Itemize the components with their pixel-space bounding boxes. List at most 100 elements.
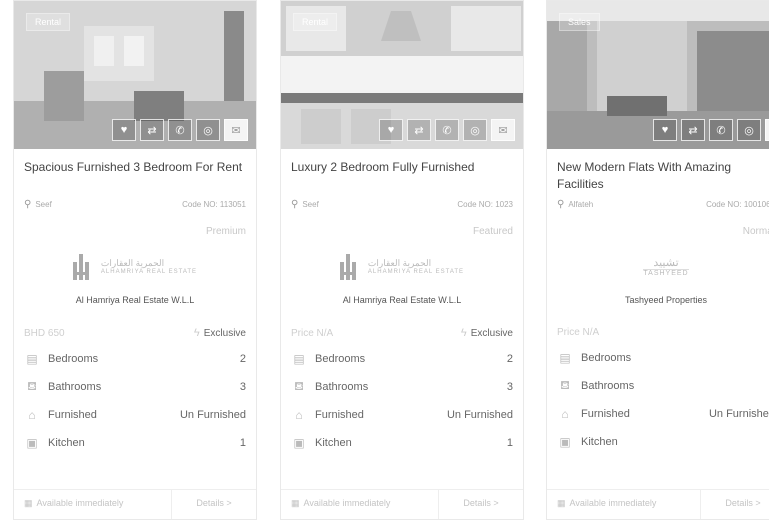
code-number: Code NO: 1001061	[706, 200, 769, 209]
card-actions: ♥ ⇄ ✆ ◎ ✉	[653, 119, 769, 141]
feature-value: Un Furnished	[708, 408, 769, 420]
feature-label: Furnished	[315, 409, 364, 421]
feature-row: ▤ Bedrooms 2	[24, 345, 246, 373]
listing-level: Normal	[742, 226, 769, 237]
email-icon[interactable]: ✉	[224, 119, 248, 141]
card-actions: ♥ ⇄ ✆ ◎ ✉	[112, 119, 248, 141]
property-photo[interactable]: Rental ♥ ⇄ ✆ ◎ ✉	[281, 1, 523, 149]
agent-logo[interactable]: الحمرية العقارات ALHAMRIYA REAL ESTATE	[291, 249, 513, 283]
favorite-heart-icon[interactable]: ♥	[112, 119, 136, 141]
feature-label: Bathrooms	[581, 380, 635, 392]
agent-logo[interactable]: تشييد TASHYEED	[557, 249, 769, 283]
feature-value: 2	[506, 353, 513, 365]
bath-icon: ⛾	[294, 379, 304, 393]
agent-logo[interactable]: الحمرية العقارات ALHAMRIYA REAL ESTATE	[24, 249, 246, 283]
agent-logo-arabic: الحمرية العقارات	[100, 257, 165, 268]
calendar-icon: ▦	[291, 498, 300, 508]
property-title[interactable]: New Modern Flats With Amazing Facilities	[557, 159, 769, 195]
feature-label: Kitchen	[581, 436, 618, 448]
feature-row: ▣ Kitchen 1	[24, 429, 246, 457]
compare-icon[interactable]: ⇄	[140, 119, 164, 141]
price: BHD 650	[24, 327, 65, 339]
phone-icon[interactable]: ✆	[709, 119, 733, 141]
features-list: ▤ Bedrooms 2 ⛾ Bathrooms 3 ⌂ Furnished Un Furn…	[291, 345, 513, 457]
calendar-icon: ▦	[557, 498, 566, 508]
feature-label: Kitchen	[48, 437, 85, 449]
phone-icon[interactable]: ✆	[168, 119, 192, 141]
price: Price N/A	[557, 327, 600, 338]
bed-icon: ▤	[293, 352, 305, 366]
favorite-heart-icon[interactable]: ♥	[379, 119, 403, 141]
agent-logo-text: ALHAMRIYA REAL ESTATE	[100, 268, 198, 275]
feature-label: Bathrooms	[315, 381, 369, 393]
property-card[interactable]: Rental ♥ ⇄ ✆ ◎ ✉ Luxury 2 Bedroom Fully …	[280, 0, 524, 520]
exclusive-icon: ϟ	[460, 327, 467, 339]
details-link[interactable]: Details >	[700, 490, 769, 519]
calendar-icon: ▦	[24, 498, 33, 508]
property-card[interactable]: Rental ♥ ⇄ ✆ ◎ ✉ Spacious Furnished 3 Be…	[13, 0, 257, 520]
feature-row: ▣ Kitchen 1	[291, 429, 513, 457]
feature-value: 2	[239, 353, 246, 365]
feature-value: 3	[239, 381, 246, 393]
feature-value: 1	[239, 437, 246, 449]
feature-row: ▣ Kitchen	[557, 428, 769, 456]
agent-name[interactable]: Tashyeed Properties	[557, 295, 769, 305]
listing-type-tag: Sales	[559, 13, 600, 31]
feature-label: Bedrooms	[315, 353, 366, 365]
features-list: ▤ Bedrooms 2 ⛾ Bathrooms 3 ⌂ Furnished Un Furn…	[24, 345, 246, 457]
kitchen-icon: ▣	[559, 435, 571, 449]
feature-label: Kitchen	[315, 437, 352, 449]
email-icon[interactable]: ✉	[491, 119, 515, 141]
feature-value: Un Furnished	[179, 409, 246, 421]
feature-row: ▤ Bedrooms	[557, 344, 769, 372]
bed-icon: ▤	[559, 351, 571, 365]
bath-icon: ⛾	[560, 378, 570, 392]
sofa-icon: ⌂	[295, 408, 303, 422]
location: Alfateh	[568, 200, 594, 209]
code-number: Code NO: 1023	[457, 200, 513, 209]
agent-logo-arabic: تشييد	[653, 256, 679, 269]
favorite-heart-icon[interactable]: ♥	[653, 119, 677, 141]
whatsapp-icon[interactable]: ◎	[463, 119, 487, 141]
listing-type-tag: Rental	[293, 13, 338, 31]
details-link[interactable]: Details >	[171, 490, 256, 519]
card-actions: ♥ ⇄ ✆ ◎ ✉	[379, 119, 515, 141]
availability: Available immediately	[303, 498, 391, 508]
feature-value: 3	[506, 381, 513, 393]
feature-label: Bedrooms	[48, 353, 99, 365]
listing-level: Featured	[472, 226, 513, 237]
agent-logo-text: ALHAMRIYA REAL ESTATE	[367, 268, 465, 275]
feature-label: Bedrooms	[581, 352, 632, 364]
feature-value: Un Furnished	[446, 409, 513, 421]
location-pin-icon: ⚲	[24, 199, 32, 210]
location-pin-icon: ⚲	[557, 199, 565, 210]
compare-icon[interactable]: ⇄	[407, 119, 431, 141]
agent-name[interactable]: Al Hamriya Real Estate W.L.L	[24, 295, 246, 305]
sofa-icon: ⌂	[28, 408, 36, 422]
agent-logo-text: TASHYEED	[643, 268, 689, 277]
property-card[interactable]: Sales ♥ ⇄ ✆ ◎ ✉ New Modern Flats With Am…	[546, 0, 769, 520]
email-icon[interactable]: ✉	[765, 119, 769, 141]
property-photo[interactable]: Rental ♥ ⇄ ✆ ◎ ✉	[14, 1, 256, 149]
kitchen-icon: ▣	[26, 436, 38, 450]
listing-type-tag: Rental	[26, 13, 71, 31]
feature-row: ⛾ Bathrooms	[557, 372, 769, 400]
property-title[interactable]: Spacious Furnished 3 Bedroom For Rent	[24, 159, 246, 195]
location-pin-icon: ⚲	[291, 199, 299, 210]
whatsapp-icon[interactable]: ◎	[737, 119, 761, 141]
whatsapp-icon[interactable]: ◎	[196, 119, 220, 141]
code-number: Code NO: 113051	[182, 200, 246, 209]
property-title[interactable]: Luxury 2 Bedroom Fully Furnished	[291, 159, 513, 195]
feature-row: ⌂ Furnished Un Furnished	[557, 400, 769, 428]
feature-row: ⛾ Bathrooms 3	[24, 373, 246, 401]
compare-icon[interactable]: ⇄	[681, 119, 705, 141]
property-photo[interactable]: Sales ♥ ⇄ ✆ ◎ ✉	[547, 1, 769, 149]
exclusive-label: Exclusive	[203, 327, 246, 339]
phone-icon[interactable]: ✆	[435, 119, 459, 141]
agent-name[interactable]: Al Hamriya Real Estate W.L.L	[291, 295, 513, 305]
agent-logo-arabic: الحمرية العقارات	[367, 257, 432, 268]
features-list: ▤ Bedrooms ⛾ Bathrooms ⌂ Furnished Un Furnis…	[557, 344, 769, 456]
bath-icon: ⛾	[27, 379, 37, 393]
property-grid: Rental ♥ ⇄ ✆ ◎ ✉ Spacious Furnished 3 Be…	[0, 0, 769, 520]
details-link[interactable]: Details >	[438, 490, 523, 519]
